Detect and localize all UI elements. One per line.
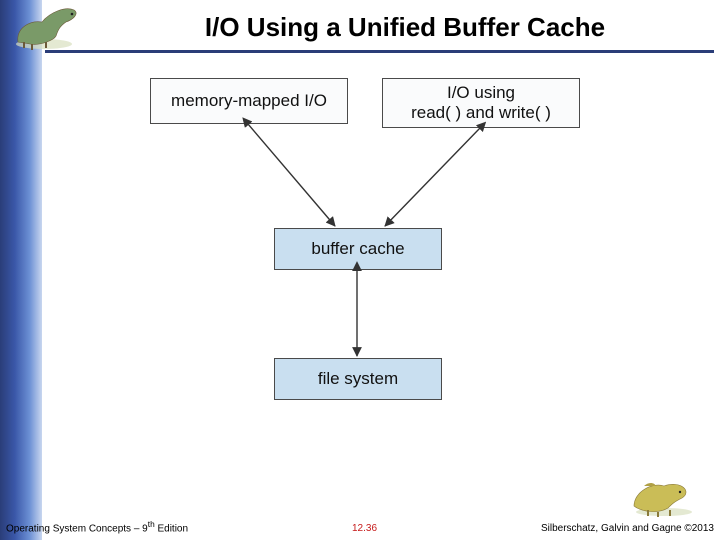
slide: I/O Using a Unified Buffer Cache memory-… [0,0,720,540]
title-underline [45,50,714,53]
dino-icon [624,472,702,518]
footer-right: Silberschatz, Galvin and Gagne ©2013 [541,523,714,534]
footer-text: Operating System Concepts – 9 [6,523,148,534]
diagram: memory-mapped I/O I/O using read( ) and … [150,78,580,438]
slide-title: I/O Using a Unified Buffer Cache [110,12,700,43]
footer-left: Operating System Concepts – 9th Edition [6,519,188,534]
slide-number: 12.36 [352,523,377,534]
diagram-connectors [150,78,580,418]
sidebar-gradient [0,0,42,540]
footer-sup: th [148,519,155,529]
footer-text: Edition [155,523,188,534]
footer: Operating System Concepts – 9th Edition … [6,519,714,534]
